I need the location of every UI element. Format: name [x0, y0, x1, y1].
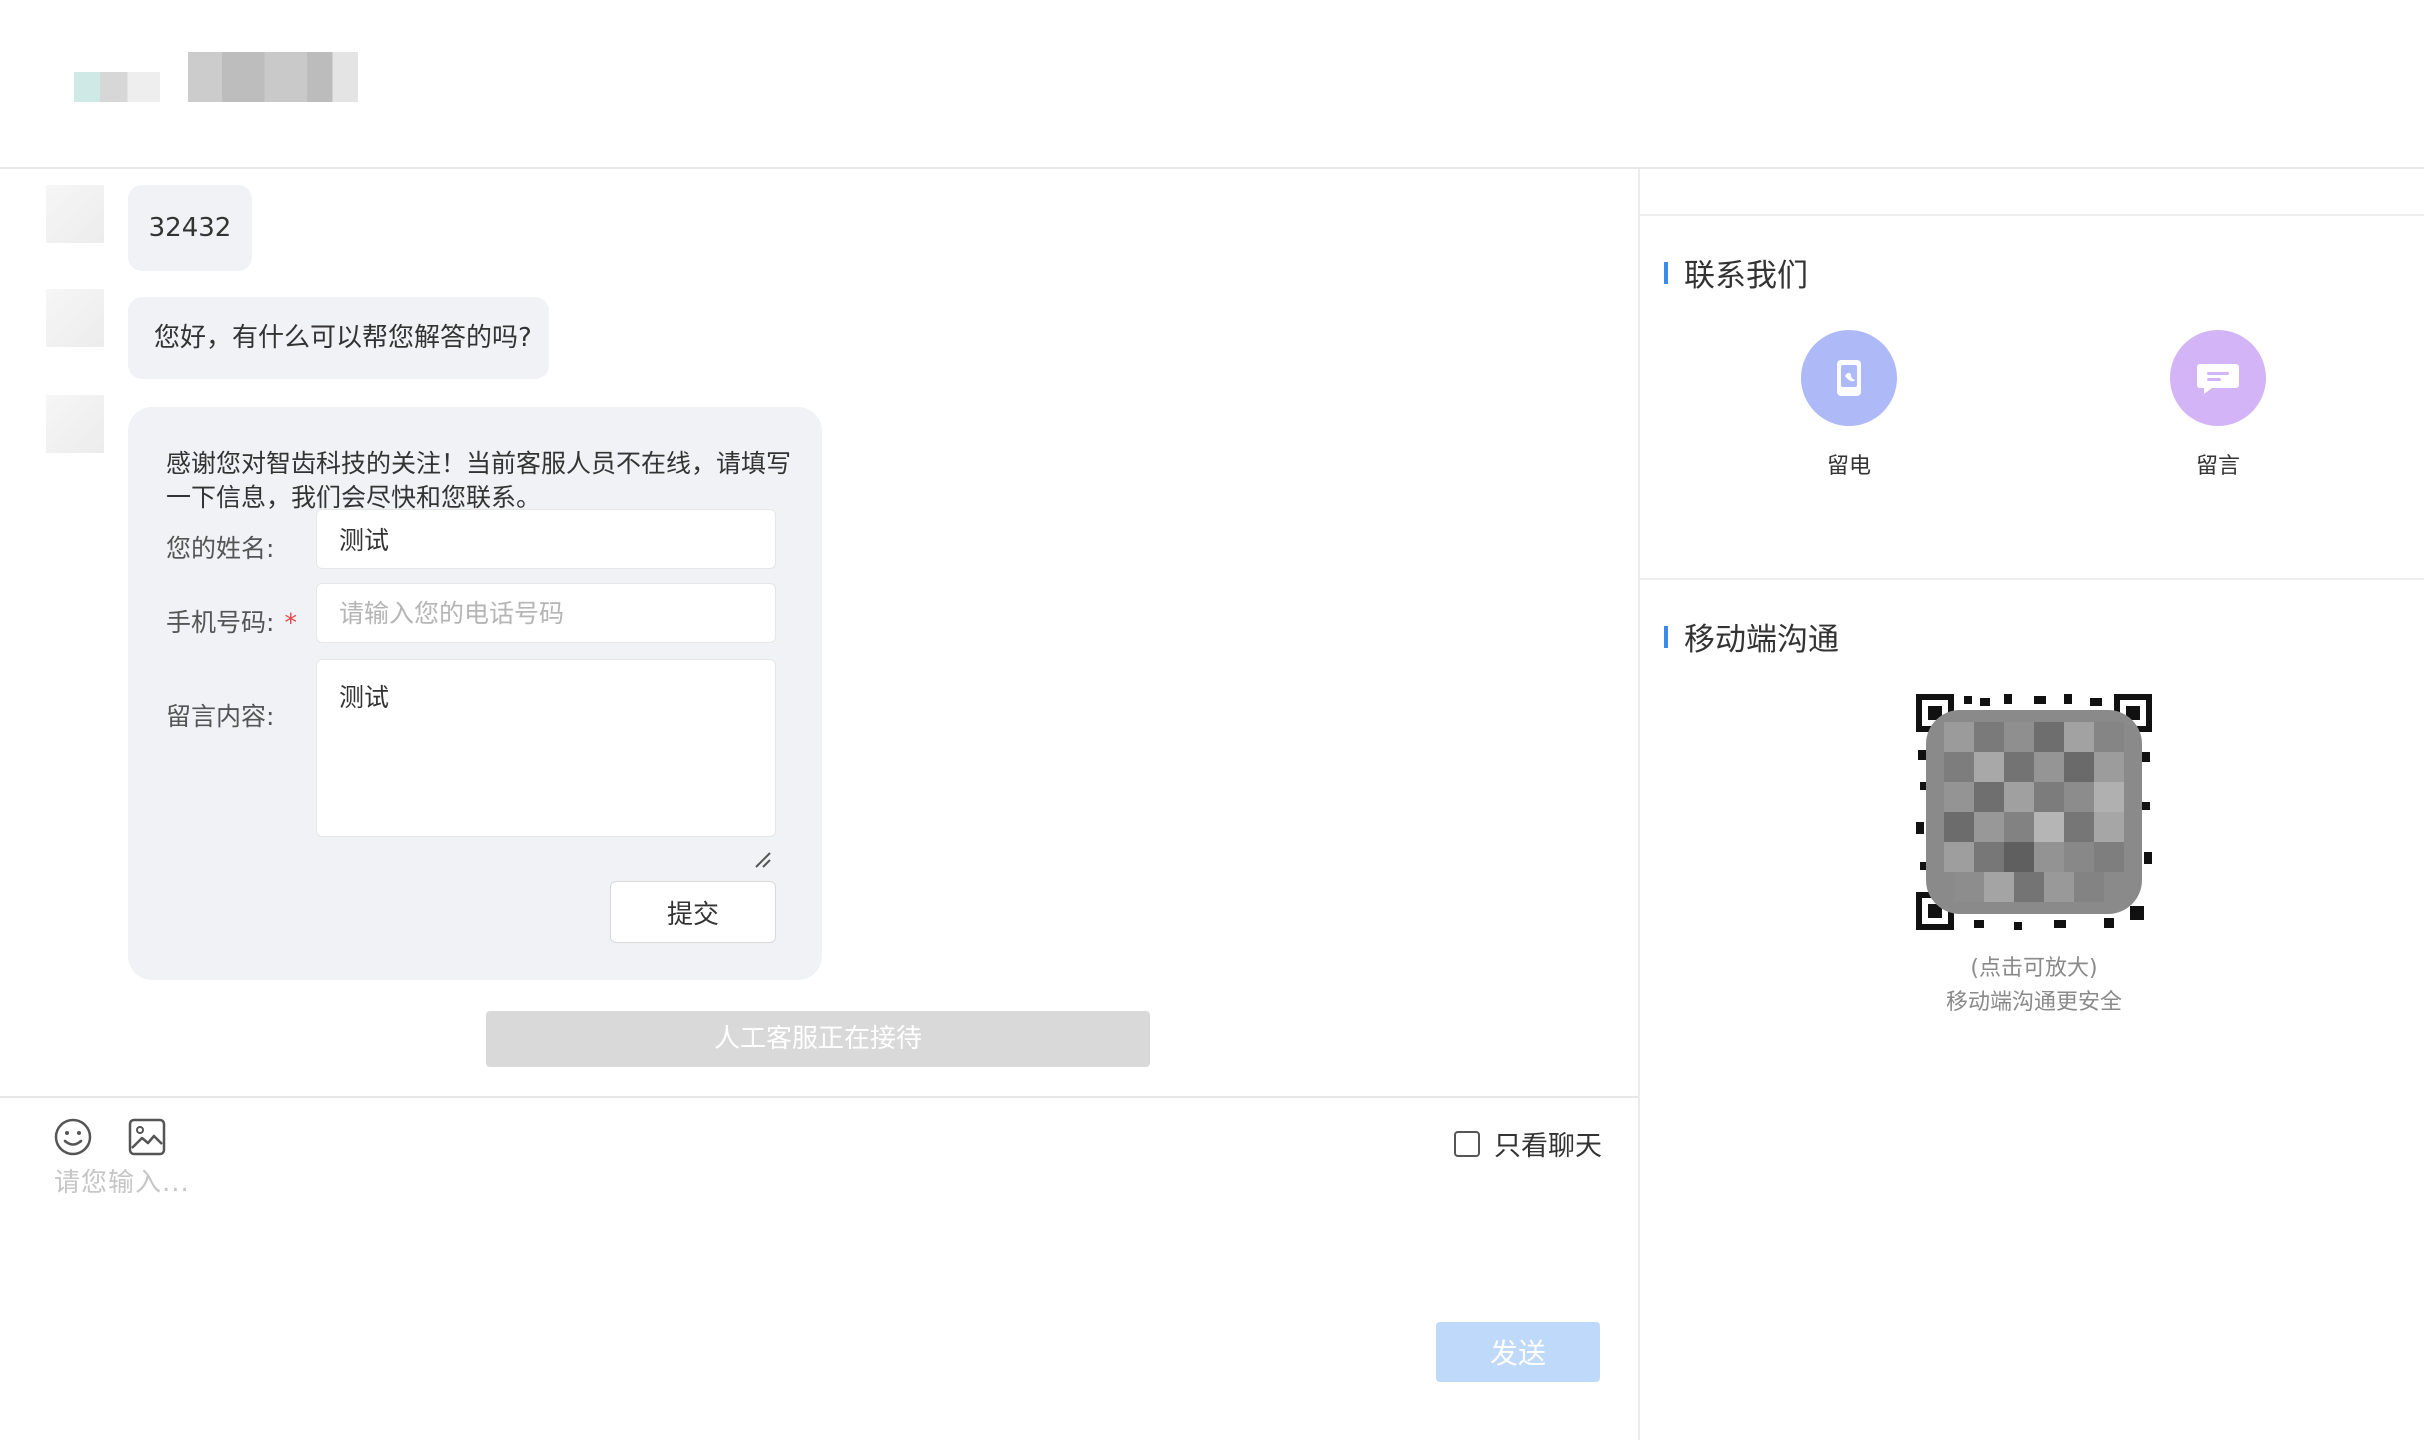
only-chat-toggle[interactable]: 只看聊天: [1454, 1124, 1602, 1163]
leave-message-form: 感谢您对智齿科技的关注！当前客服人员不在线，请填写一下信息，我们会尽快和您联系。…: [128, 407, 822, 980]
leave-message-button[interactable]: 留言: [2158, 330, 2278, 480]
qr-enlarge-tip: (点击可放大): [1970, 956, 2098, 981]
contact-section-title: 联系我们: [1664, 250, 1808, 295]
sidebar-divider: [1640, 214, 2424, 216]
avatar: [46, 289, 104, 347]
phone-label: 手机号码: *: [166, 603, 297, 639]
submit-button[interactable]: 提交: [610, 881, 776, 943]
content-label: 留言内容:: [166, 702, 275, 731]
header: [0, 0, 2424, 169]
qr-code-image[interactable]: [1914, 692, 2154, 932]
leave-message-label: 留言: [2195, 454, 2240, 479]
image-upload-icon[interactable]: [126, 1116, 168, 1158]
section-accent-bar: [1664, 261, 1668, 284]
contact-title-text: 联系我们: [1684, 258, 1808, 294]
message-composer: 只看聊天 发送: [0, 1096, 1638, 1442]
mobile-section-title: 移动端沟通: [1664, 614, 1839, 659]
mobile-title-text: 移动端沟通: [1684, 622, 1839, 658]
only-chat-label: 只看聊天: [1494, 1131, 1602, 1162]
send-button[interactable]: 发送: [1436, 1322, 1600, 1382]
leave-phone-label: 留电: [1826, 454, 1871, 479]
avatar: [46, 185, 104, 243]
qr-security-tip: 移动端沟通更安全: [1945, 990, 2122, 1015]
chat-message: 您好，有什么可以帮您解答的吗?: [128, 297, 549, 379]
avatar: [46, 395, 104, 453]
chat-panel: 32432 您好，有什么可以帮您解答的吗? 感谢您对智齿科技的关注！当前客服人员…: [0, 169, 1638, 1096]
queue-status-bar: 人工客服正在接待: [486, 1011, 1150, 1067]
emoji-icon[interactable]: [52, 1116, 94, 1158]
name-label: 您的姓名:: [166, 534, 275, 563]
message-input[interactable]: [54, 1162, 1614, 1322]
chat-message: 32432: [128, 185, 252, 271]
message-icon: [2170, 330, 2266, 426]
phone-input[interactable]: [316, 583, 776, 643]
required-mark: *: [284, 608, 297, 637]
sidebar-divider: [1638, 169, 1640, 1440]
name-input[interactable]: [316, 509, 776, 569]
message-content-textarea[interactable]: 测试: [316, 659, 776, 837]
leave-phone-button[interactable]: 留电: [1789, 330, 1909, 480]
brand-name-blurred: [188, 52, 358, 102]
logo-icon: [74, 72, 160, 102]
form-intro: 感谢您对智齿科技的关注！当前客服人员不在线，请填写一下信息，我们会尽快和您联系。: [166, 449, 792, 512]
phone-icon: [1801, 330, 1897, 426]
section-accent-bar: [1664, 625, 1668, 648]
resize-grip-icon[interactable]: [752, 849, 772, 869]
phone-label-text: 手机号码:: [166, 608, 275, 637]
only-chat-checkbox[interactable]: [1454, 1130, 1480, 1157]
sidebar-divider: [1640, 578, 2424, 580]
